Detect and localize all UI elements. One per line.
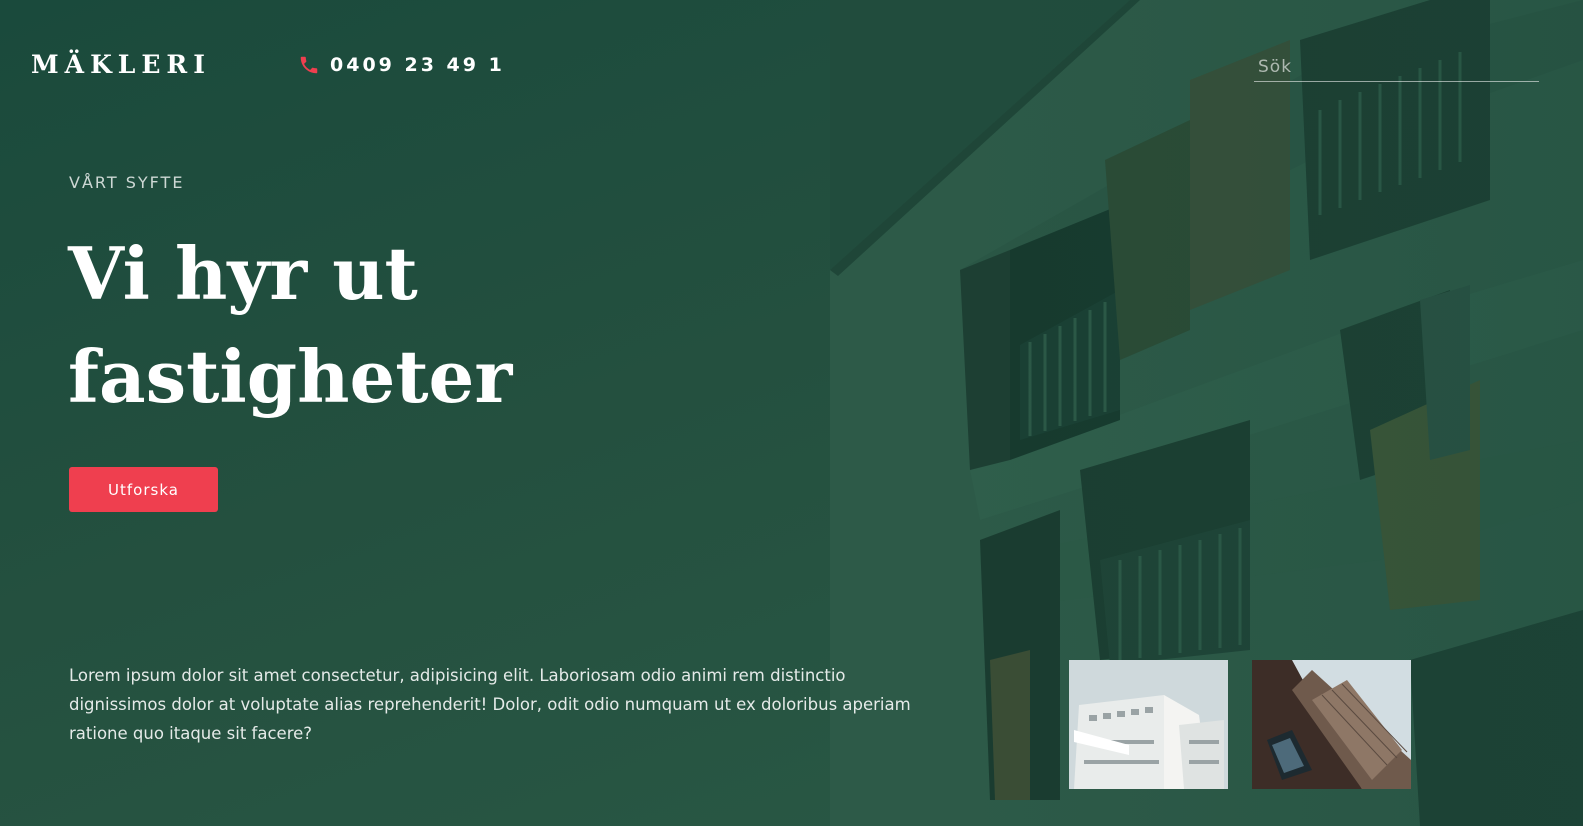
search-field[interactable] <box>1254 52 1539 82</box>
search-input[interactable] <box>1254 52 1539 81</box>
explore-button[interactable]: Utforska <box>69 467 218 512</box>
site-logo[interactable]: MÄKLERI <box>31 50 211 79</box>
section-eyebrow: VÅRT SYFTE <box>69 173 185 192</box>
phone-contact[interactable]: 0409 23 49 1 <box>298 54 505 76</box>
phone-icon <box>298 54 320 76</box>
phone-number[interactable]: 0409 23 49 1 <box>330 54 505 76</box>
hero-headline: Vi hyr ut fastigheter <box>68 231 513 419</box>
thumbnail-white-building[interactable] <box>1069 660 1228 789</box>
thumbnail-brick-building[interactable] <box>1252 660 1411 789</box>
hero-description: Lorem ipsum dolor sit amet consectetur, … <box>69 666 911 743</box>
